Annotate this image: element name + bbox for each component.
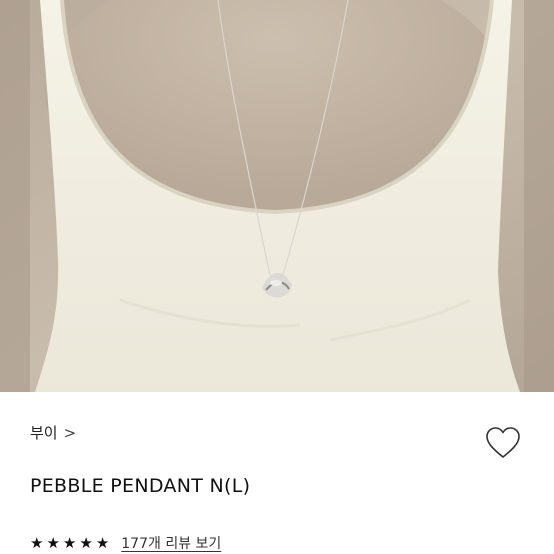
product-info: 부이 > PEBBLE PENDANT N(L) ★ ★ ★ ★ ★ 177개 … bbox=[0, 392, 554, 554]
heart-outline-icon bbox=[486, 427, 520, 458]
star-filled-icon: ★ bbox=[46, 533, 60, 552]
wishlist-button[interactable] bbox=[485, 426, 521, 460]
star-filled-icon: ★ bbox=[95, 533, 110, 552]
rating-row: ★ ★ ★ ★ ★ 177개 리뷰 보기 bbox=[30, 533, 221, 553]
chevron-right-icon: > bbox=[63, 423, 77, 442]
product-image[interactable] bbox=[0, 0, 554, 392]
star-filled-icon: ★ bbox=[30, 533, 44, 552]
star-filled-icon: ★ bbox=[62, 533, 77, 552]
star-rating: ★ ★ ★ ★ ★ bbox=[30, 533, 110, 552]
brand-name: 부이 bbox=[30, 424, 58, 442]
product-title: PEBBLE PENDANT N(L) bbox=[30, 475, 251, 497]
review-count-link[interactable]: 177개 리뷰 보기 bbox=[121, 533, 221, 553]
star-filled-icon: ★ bbox=[79, 533, 93, 552]
brand-link[interactable]: 부이 > bbox=[30, 422, 76, 443]
